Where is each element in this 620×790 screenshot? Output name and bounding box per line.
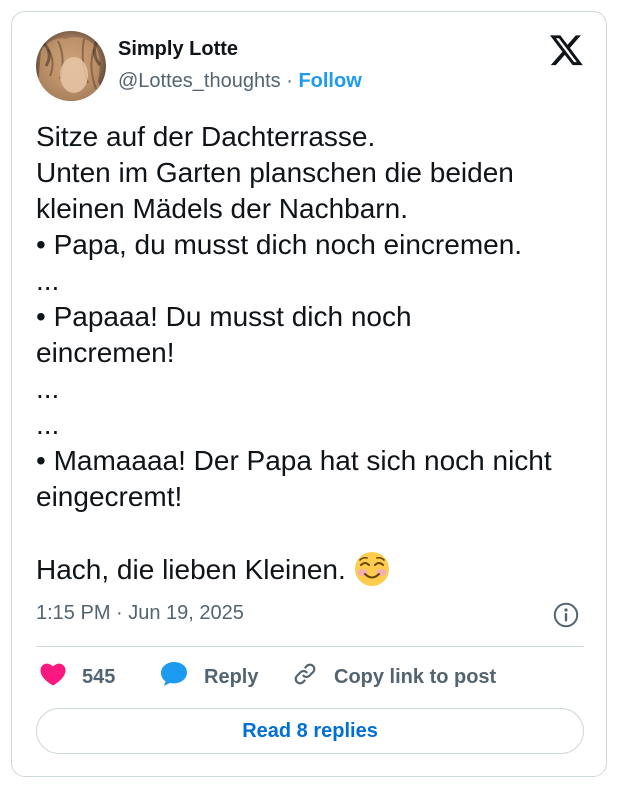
- copy-link-label: Copy link to post: [334, 665, 497, 688]
- post-text-line: • Papaaa! Du musst dich noch: [36, 301, 412, 332]
- post-text-last-line: Hach, die lieben Kleinen.: [36, 551, 586, 588]
- author-display-name[interactable]: Simply Lotte: [118, 38, 238, 61]
- divider: [36, 646, 584, 647]
- post-text-line: • Mamaaaa! Der Papa hat sich noch nicht: [36, 445, 552, 476]
- post-text-line: Hach, die lieben Kleinen.: [36, 554, 346, 585]
- post-text-line: ...: [36, 373, 60, 404]
- post-text: Sitze auf der Dachterrasse. Unten im Gar…: [36, 119, 586, 588]
- post-text-line: [36, 515, 586, 551]
- post-text-line: Unten im Garten planschen die beiden: [36, 157, 514, 188]
- post-card: Simply Lotte @Lottes_thoughts · Follow S…: [11, 11, 607, 777]
- author-handle[interactable]: @Lottes_thoughts: [118, 70, 281, 92]
- post-text-line: eingecremt!: [36, 481, 183, 512]
- post-text-line: ...: [36, 409, 60, 440]
- follow-button[interactable]: Follow: [298, 70, 361, 92]
- reply-button[interactable]: Reply: [160, 662, 258, 692]
- avatar[interactable]: [36, 31, 106, 101]
- post-text-line: • Papa, du musst dich noch eincremen.: [36, 229, 523, 260]
- speech-bubble-icon: [160, 661, 188, 693]
- post-text-line: ...: [36, 265, 60, 296]
- heart-icon: [40, 662, 66, 692]
- handle-separator: ·: [286, 70, 293, 92]
- like-count: 545: [82, 665, 116, 688]
- smiling-face-with-smiling-eyes-emoji: [354, 551, 390, 587]
- link-icon: [292, 661, 318, 693]
- post-timestamp[interactable]: 1:15 PM · Jun 19, 2025: [36, 602, 244, 625]
- post-text-line: Sitze auf der Dachterrasse.: [36, 121, 376, 152]
- like-button[interactable]: 545: [40, 662, 115, 692]
- author-handle-row: @Lottes_thoughts · Follow: [118, 70, 362, 93]
- info-icon[interactable]: [553, 602, 579, 628]
- post-text-line: kleinen Mädels der Nachbarn.: [36, 193, 408, 224]
- reply-label: Reply: [204, 665, 259, 688]
- x-logo-icon[interactable]: [550, 35, 584, 67]
- read-replies-button[interactable]: Read 8 replies: [36, 708, 584, 754]
- post-text-line: eincremen!: [36, 337, 175, 368]
- copy-link-button[interactable]: Copy link to post: [292, 662, 496, 692]
